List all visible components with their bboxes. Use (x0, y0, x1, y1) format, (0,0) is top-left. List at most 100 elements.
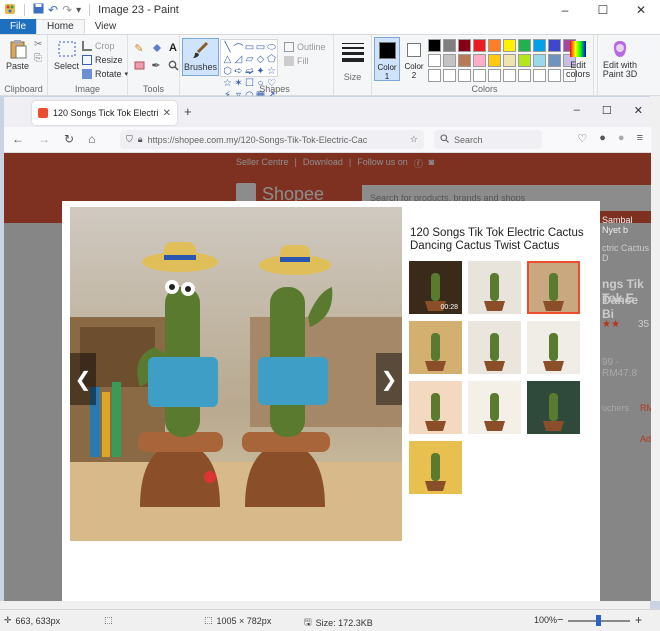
palette-swatch[interactable] (488, 54, 501, 67)
extension-k-icon[interactable]: ● (618, 132, 625, 145)
text-tool-icon[interactable]: A (166, 41, 180, 55)
product-thumbnail[interactable] (468, 261, 521, 314)
brushes-button[interactable]: Brushes (182, 38, 220, 76)
minimize-button[interactable]: – (546, 0, 584, 20)
close-button[interactable]: ✕ (622, 0, 660, 20)
palette-swatch[interactable] (443, 39, 456, 52)
color2-button[interactable]: Color 2 (402, 37, 426, 81)
browser-close-button[interactable]: ✕ (634, 104, 643, 117)
palette-swatch[interactable] (428, 39, 441, 52)
product-thumbnail[interactable] (468, 381, 521, 434)
size-button[interactable] (342, 43, 364, 62)
tab-view[interactable]: View (85, 19, 127, 34)
palette-swatch[interactable] (473, 54, 486, 67)
shape-option[interactable]: ╲ (222, 41, 233, 53)
palette-swatch[interactable] (443, 54, 456, 67)
paste-button[interactable]: Paste (6, 39, 29, 71)
reload-icon[interactable]: ↻ (64, 132, 74, 146)
shape-outline-button[interactable]: Outline (284, 40, 326, 53)
color1-button[interactable]: Color 1 (374, 37, 400, 81)
save-icon[interactable] (33, 3, 44, 17)
palette-swatch[interactable] (533, 39, 546, 52)
next-image-button[interactable]: ❯ (376, 353, 402, 405)
palette-swatch[interactable] (548, 69, 561, 82)
palette-swatch[interactable] (548, 39, 561, 52)
horizontal-scrollbar[interactable] (0, 601, 650, 609)
zoom-in-button[interactable]: + (635, 613, 642, 627)
back-icon[interactable]: ← (12, 132, 24, 146)
palette-swatch[interactable] (428, 69, 441, 82)
menu-icon[interactable]: ≡ (637, 132, 643, 145)
palette-swatch[interactable] (533, 54, 546, 67)
file-menu-button[interactable]: File (0, 19, 36, 34)
resize-button[interactable]: Resize (82, 53, 123, 66)
magnifier-icon[interactable] (166, 58, 180, 72)
shape-option[interactable]: ⌒ (233, 41, 244, 55)
palette-swatch[interactable] (458, 39, 471, 52)
home-icon[interactable]: ⌂ (88, 132, 95, 146)
palette-swatch[interactable] (443, 69, 456, 82)
product-thumbnail[interactable] (468, 321, 521, 374)
shape-option[interactable]: ➫ (244, 65, 255, 77)
edit-colors-button[interactable]: Edit colors (564, 39, 592, 79)
palette-swatch[interactable] (518, 39, 531, 52)
browser-tab[interactable]: 120 Songs Tick Tok Electric Cactus ✕ (32, 101, 177, 125)
product-thumbnail[interactable] (409, 441, 462, 494)
palette-swatch[interactable] (488, 39, 501, 52)
shape-option[interactable]: ⬭ (266, 41, 277, 53)
edit-with-paint3d-button[interactable]: Edit with Paint 3D (598, 39, 642, 79)
product-thumbnail[interactable] (409, 381, 462, 434)
shape-option[interactable]: ⬡ (222, 65, 233, 77)
forward-icon[interactable]: → (38, 132, 50, 146)
new-tab-button[interactable]: + (184, 104, 192, 119)
prev-image-button[interactable]: ❮ (70, 353, 96, 405)
pocket-icon[interactable]: ♡ (577, 132, 587, 145)
shape-fill-button[interactable]: Fill (284, 54, 309, 67)
palette-swatch[interactable] (428, 54, 441, 67)
zoom-out-button[interactable]: − (557, 614, 563, 626)
vertical-scrollbar[interactable] (650, 96, 660, 601)
palette-swatch[interactable] (473, 39, 486, 52)
palette-swatch[interactable] (533, 69, 546, 82)
cut-icon[interactable]: ✂ (34, 39, 42, 50)
shape-option[interactable]: ✦ (255, 65, 266, 77)
undo-icon[interactable]: ↶ (48, 3, 58, 17)
palette-swatch[interactable] (458, 54, 471, 67)
shape-option[interactable]: ▭ (255, 41, 266, 53)
zoom-slider-thumb[interactable] (596, 615, 601, 626)
maximize-button[interactable]: ☐ (584, 0, 622, 20)
rotate-button[interactable]: Rotate ▾ (82, 67, 128, 80)
main-product-image[interactable]: ❮ ❯ (70, 207, 402, 541)
tab-home[interactable]: Home (36, 19, 85, 34)
shape-option[interactable]: ◿ (233, 53, 244, 65)
fill-bucket-icon[interactable] (149, 41, 163, 55)
palette-swatch[interactable] (518, 54, 531, 67)
pencil-icon[interactable]: ✎ (132, 41, 146, 55)
shape-option[interactable]: ⬠ (266, 53, 277, 65)
eraser-icon[interactable] (132, 58, 146, 72)
shape-option[interactable]: ➪ (233, 65, 244, 77)
shape-option[interactable]: ▱ (244, 53, 255, 65)
palette-swatch[interactable] (473, 69, 486, 82)
redo-icon[interactable]: ↷ (62, 3, 72, 17)
palette-swatch[interactable] (458, 69, 471, 82)
palette-swatch[interactable] (503, 54, 516, 67)
shape-option[interactable]: ☆ (266, 65, 277, 77)
shapes-gallery[interactable]: ╲ ⌒ ▭ ▭ ⬭ △ ◿ ▱ ◇ ⬠ ⬡ ➪ ➫ ✦ ☆ ☆ ✶ ☐ ○ ♡ ⚡ ▿ ◠ ▦ ↗ (220, 39, 278, 101)
quick-access-dropdown-icon[interactable]: ▾ (76, 5, 81, 16)
crop-button[interactable]: Crop (82, 39, 115, 52)
extension-b-icon[interactable]: ● (599, 132, 606, 145)
copy-icon[interactable]: ⎘ (34, 53, 42, 64)
palette-swatch[interactable] (488, 69, 501, 82)
product-thumbnail[interactable] (527, 381, 580, 434)
select-button[interactable]: Select (54, 39, 79, 71)
browser-minimize-button[interactable]: – (574, 104, 580, 117)
palette-swatch[interactable] (518, 69, 531, 82)
tab-close-icon[interactable]: ✕ (163, 108, 171, 119)
shape-option[interactable]: ◇ (255, 53, 266, 65)
shape-option[interactable]: ▭ (244, 41, 255, 53)
shape-option[interactable]: △ (222, 53, 233, 65)
url-bar[interactable]: ⛉ 🔒︎ https://shopee.com.my/120-Songs-Tik… (120, 130, 424, 149)
palette-swatch[interactable] (548, 54, 561, 67)
browser-maximize-button[interactable]: ☐ (602, 104, 612, 117)
